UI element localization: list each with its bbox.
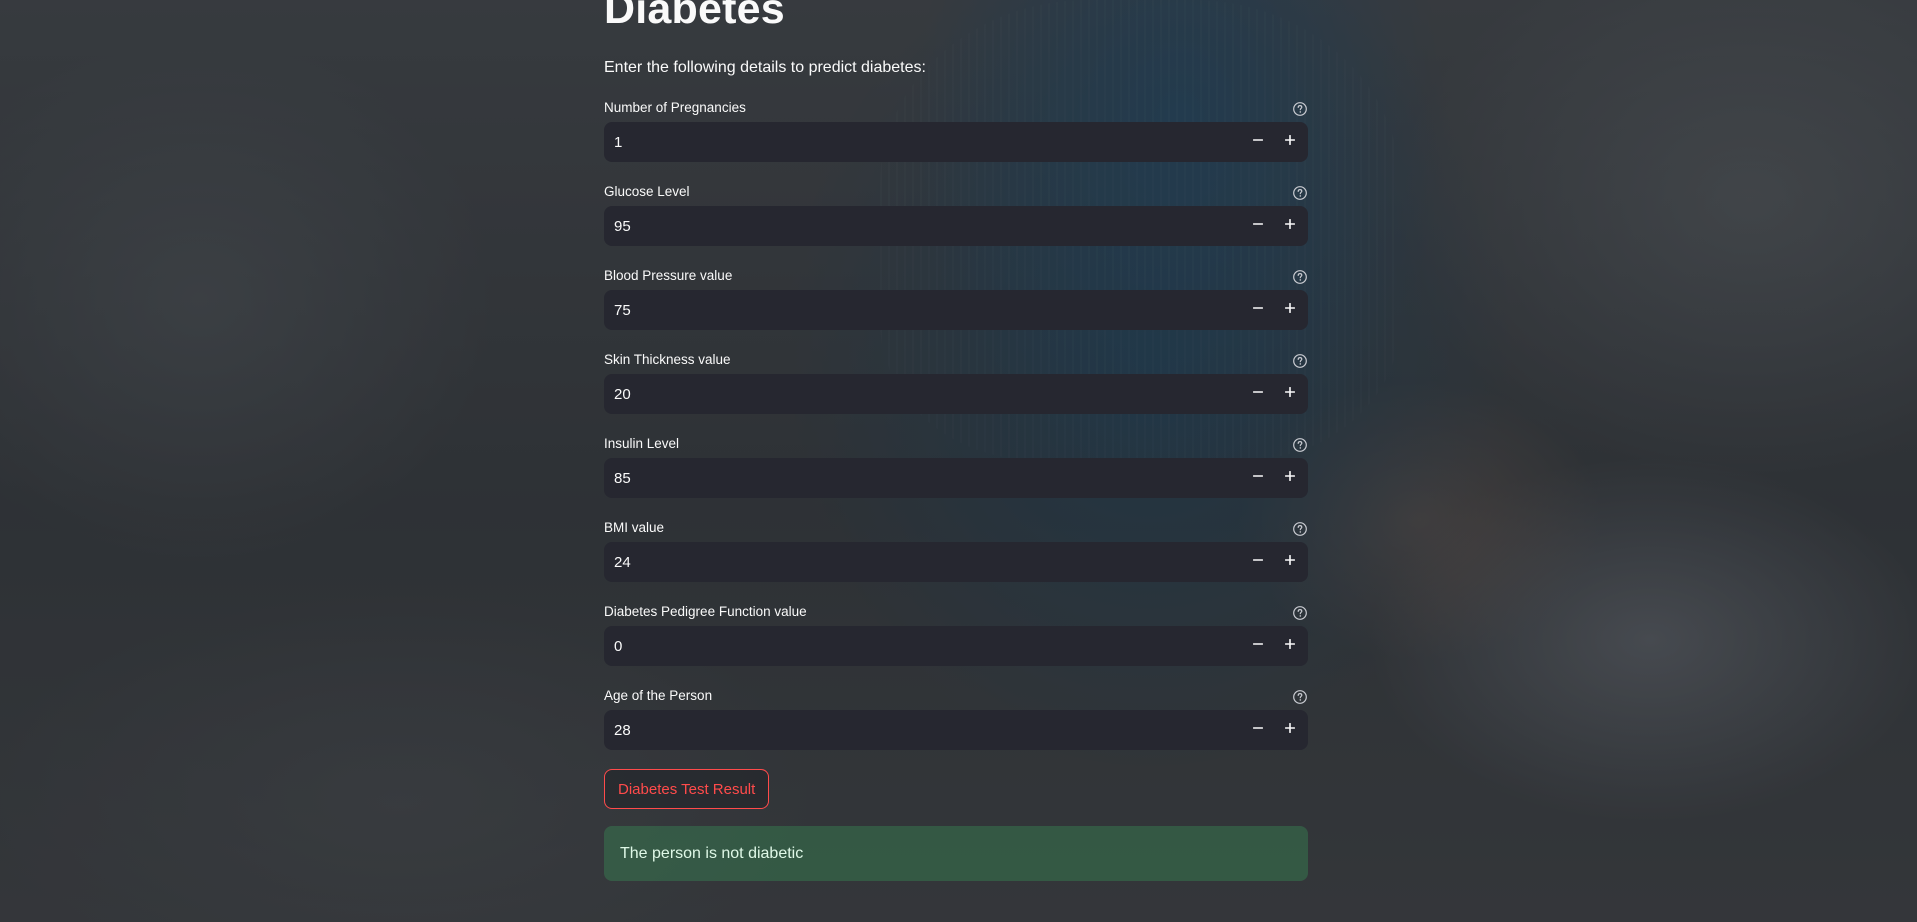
number-field-bmi-value: BMI value: [604, 518, 1308, 582]
field-label: Glucose Level: [604, 184, 690, 199]
plus-icon: [1284, 721, 1296, 739]
field-label-row: BMI value: [604, 518, 1308, 540]
field-label-row: Diabetes Pedigree Function value: [604, 602, 1308, 624]
decrement-button[interactable]: [1242, 542, 1274, 582]
minus-icon: [1252, 217, 1264, 235]
minus-icon: [1252, 301, 1264, 319]
number-field-age-of-the-person: Age of the Person: [604, 686, 1308, 750]
increment-button[interactable]: [1274, 710, 1306, 750]
increment-button[interactable]: [1274, 458, 1306, 498]
decrement-button[interactable]: [1242, 458, 1274, 498]
increment-button[interactable]: [1274, 542, 1306, 582]
field-label: Age of the Person: [604, 688, 713, 703]
number-input-box: [604, 122, 1308, 162]
question-circle-icon[interactable]: [1292, 269, 1308, 285]
minus-icon: [1252, 553, 1264, 571]
plus-icon: [1284, 553, 1296, 571]
field-label: Number of Pregnancies: [604, 100, 746, 115]
number-input-box: [604, 626, 1308, 666]
question-circle-icon[interactable]: [1292, 353, 1308, 369]
increment-button[interactable]: [1274, 626, 1306, 666]
page-subtitle: Enter the following details to predict d…: [604, 59, 926, 76]
plus-icon: [1284, 217, 1296, 235]
minus-icon: [1252, 637, 1264, 655]
increment-button[interactable]: [1274, 374, 1306, 414]
diabetes-pedigree-function-value-input[interactable]: [604, 626, 1204, 666]
field-label: Diabetes Pedigree Function value: [604, 604, 807, 619]
question-circle-icon[interactable]: [1292, 101, 1308, 117]
plus-icon: [1284, 469, 1296, 487]
diabetes-test-result-button[interactable]: Diabetes Test Result: [604, 769, 770, 809]
question-circle-icon[interactable]: [1292, 521, 1308, 537]
field-label-row: Blood Pressure value: [604, 266, 1308, 288]
number-input-box: [604, 290, 1308, 330]
result-success-alert: The person is not diabetic: [604, 826, 1308, 881]
field-label-row: Glucose Level: [604, 182, 1308, 204]
decrement-button[interactable]: [1242, 290, 1274, 330]
minus-icon: [1252, 721, 1264, 739]
decrement-button[interactable]: [1242, 710, 1274, 750]
glucose-level-input[interactable]: [604, 206, 1204, 246]
decrement-button[interactable]: [1242, 122, 1274, 162]
minus-icon: [1252, 133, 1264, 151]
plus-icon: [1284, 133, 1296, 151]
number-field-number-of-pregnancies: Number of Pregnancies: [604, 98, 1308, 162]
age-of-the-person-input[interactable]: [604, 710, 1204, 750]
number-field-skin-thickness-value: Skin Thickness value: [604, 350, 1308, 414]
increment-button[interactable]: [1274, 290, 1306, 330]
number-input-box: [604, 206, 1308, 246]
field-label-row: Age of the Person: [604, 686, 1308, 708]
decrement-button[interactable]: [1242, 206, 1274, 246]
number-of-pregnancies-input[interactable]: [604, 122, 1204, 162]
number-field-blood-pressure-value: Blood Pressure value: [604, 266, 1308, 330]
blood-pressure-value-input[interactable]: [604, 290, 1204, 330]
minus-icon: [1252, 385, 1264, 403]
number-input-box: [604, 458, 1308, 498]
question-circle-icon[interactable]: [1292, 437, 1308, 453]
field-label-row: Skin Thickness value: [604, 350, 1308, 372]
question-circle-icon[interactable]: [1292, 185, 1308, 201]
plus-icon: [1284, 637, 1296, 655]
minus-icon: [1252, 469, 1264, 487]
decrement-button[interactable]: [1242, 374, 1274, 414]
number-field-insulin-level: Insulin Level: [604, 434, 1308, 498]
increment-button[interactable]: [1274, 206, 1306, 246]
plus-icon: [1284, 301, 1296, 319]
field-label: Insulin Level: [604, 436, 680, 451]
bmi-value-input[interactable]: [604, 542, 1204, 582]
field-label: BMI value: [604, 520, 665, 535]
field-label-row: Insulin Level: [604, 434, 1308, 456]
decrement-button[interactable]: [1242, 626, 1274, 666]
number-field-glucose-level: Glucose Level: [604, 182, 1308, 246]
result-message: The person is not diabetic: [620, 844, 804, 862]
plus-icon: [1284, 385, 1296, 403]
skin-thickness-value-input[interactable]: [604, 374, 1204, 414]
number-input-box: [604, 374, 1308, 414]
field-label-row: Number of Pregnancies: [604, 98, 1308, 120]
number-input-box: [604, 542, 1308, 582]
question-circle-icon[interactable]: [1292, 605, 1308, 621]
number-field-diabetes-pedigree-function-value: Diabetes Pedigree Function value: [604, 602, 1308, 666]
field-label: Skin Thickness value: [604, 352, 731, 367]
number-input-box: [604, 710, 1308, 750]
page-title: Diabetes: [604, 0, 785, 33]
field-label: Blood Pressure value: [604, 268, 733, 283]
insulin-level-input[interactable]: [604, 458, 1204, 498]
increment-button[interactable]: [1274, 122, 1306, 162]
question-circle-icon[interactable]: [1292, 689, 1308, 705]
